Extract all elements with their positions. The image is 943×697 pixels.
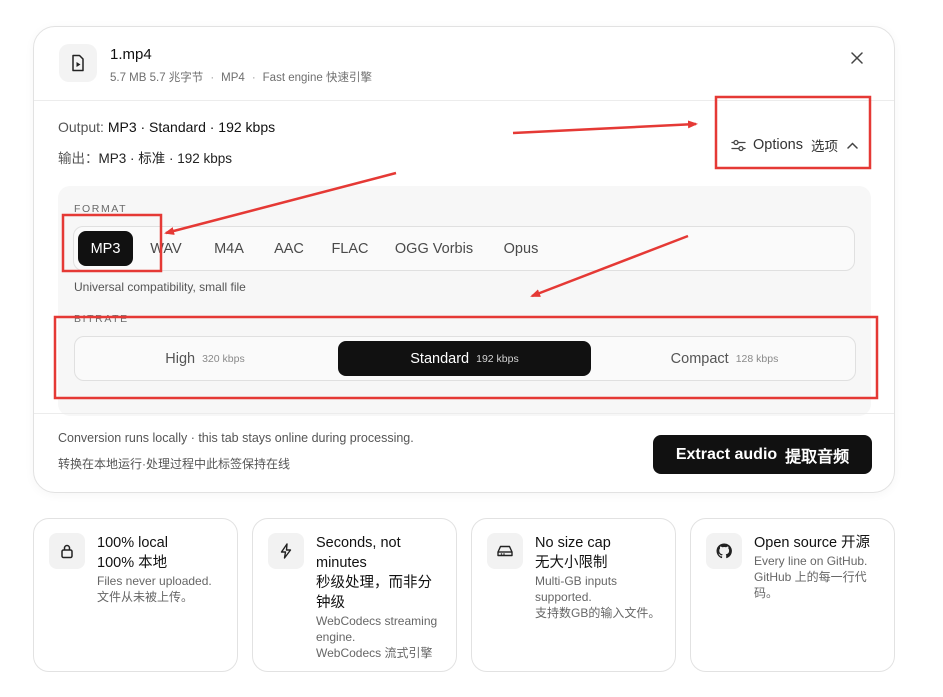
output-label: Output: (58, 119, 104, 135)
feature-desc: WebCodecs streaming engine. (316, 614, 438, 644)
feature-desc-cn: 文件从未被上传。 (97, 590, 194, 604)
feature-title-cn: 秒级处理，而非分钟级 (316, 575, 432, 611)
format-description: Universal compatibility, small file (74, 280, 246, 294)
extract-audio-label: Extract audio (675, 445, 778, 463)
bitrate-option-label: Compact (670, 350, 729, 367)
format-option-opus[interactable]: Opus (490, 231, 552, 266)
drive-icon (487, 533, 523, 569)
output-summary-cn: 输出：MP3 · 标准 · 192 kbps (58, 147, 232, 167)
feature-card-local: 100% local 100% 本地 Files never uploaded.… (33, 518, 238, 672)
bitrate-option-kbps: 192 kbps (476, 352, 519, 365)
format-option-flac[interactable]: FLAC (320, 231, 380, 266)
close-icon (851, 52, 863, 64)
file-header: 1.mp4 5.7 MB 5.7 兆字节 · MP4 · Fast engine 快速引… (34, 27, 894, 101)
output-summary: Output: MP3 · Standard · 192 kbps (58, 119, 275, 135)
file-meta: 5.7 MB 5.7 兆字节 · MP4 · Fast engine 快速引擎 (110, 69, 372, 85)
bitrate-option-label: High (165, 350, 196, 367)
bitrate-option-label: Standard (410, 350, 470, 367)
feature-desc-cn: 支持数GB的输入文件。 (535, 606, 661, 620)
sliders-icon (731, 139, 746, 152)
format-selector: MP3 WAV M4A AAC FLAC OGG Vorbis Opus (73, 226, 855, 271)
lock-icon (49, 533, 85, 569)
feature-card-speed: Seconds, not minutes 秒级处理，而非分钟级 WebCodec… (252, 518, 457, 672)
footer-divider (34, 413, 894, 414)
bitrate-option-compact[interactable]: Compact 128 kbps (598, 341, 851, 376)
feature-title: No size cap (535, 535, 611, 551)
feature-title: Seconds, not minutes (316, 535, 401, 571)
feature-card-size: No size cap 无大小限制 Multi-GB inputs suppor… (471, 518, 676, 672)
options-label: Options (753, 137, 803, 153)
feature-title-cn: 100% 本地 (97, 555, 168, 571)
file-size: 5.7 MB 5.7 兆字节 (110, 72, 204, 84)
extract-audio-label-cn: 提取音频 (785, 448, 850, 466)
feature-title: Open source 开源 (754, 535, 871, 551)
options-toggle[interactable]: Options 选项 (731, 133, 858, 157)
bitrate-option-kbps: 320 kbps (202, 352, 245, 365)
format-section-label: FORMAT (74, 203, 128, 215)
feature-card-open-source: Open source 开源 Every line on GitHub. Git… (690, 518, 895, 672)
bitrate-option-kbps: 128 kbps (735, 352, 779, 365)
processing-note-cn: 转换在本地运行·处理过程中此标签保持在线 (58, 457, 290, 471)
file-container: MP4 (221, 72, 245, 84)
feature-desc-cn: WebCodecs 流式引擎 (316, 646, 433, 660)
feature-title-cn: 无大小限制 (535, 555, 608, 571)
feature-text: Open source 开源 Every line on GitHub. Git… (754, 533, 884, 601)
close-button[interactable] (846, 47, 868, 69)
feature-desc: Every line on GitHub. (754, 554, 868, 568)
file-name: 1.mp4 (110, 46, 152, 63)
file-play-icon (59, 44, 97, 82)
feature-desc-cn: GitHub 上的每一行代码。 (754, 570, 867, 600)
feature-text: Seconds, not minutes 秒级处理，而非分钟级 WebCodec… (316, 533, 446, 661)
format-option-ogg-vorbis[interactable]: OGG Vorbis (384, 231, 484, 266)
options-panel: FORMAT MP3 WAV M4A AAC FLAC OGG Vorbis O… (58, 186, 871, 416)
lightning-icon (268, 533, 304, 569)
extract-audio-button[interactable]: Extract audio 提取音频 (653, 435, 872, 474)
bitrate-option-standard[interactable]: Standard 192 kbps (338, 341, 591, 376)
bitrate-section-label: BITRATE (74, 313, 129, 325)
bitrate-selector: High 320 kbps Standard 192 kbps Compact 128… (74, 336, 856, 381)
feature-text: 100% local 100% 本地 Files never uploaded.… (97, 533, 227, 605)
format-option-wav[interactable]: WAV (138, 231, 194, 266)
converter-card: 1.mp4 5.7 MB 5.7 兆字节 · MP4 · Fast engine 快速引… (33, 26, 895, 493)
feature-title: 100% local (97, 535, 168, 551)
separator-dot: · (210, 72, 215, 84)
processing-note: Conversion runs locally · this tab stays… (58, 431, 414, 445)
options-label-cn: 选项 (810, 139, 838, 154)
chevron-up-icon (847, 141, 858, 149)
github-icon (706, 533, 742, 569)
file-engine: Fast engine 快速引擎 (262, 72, 372, 84)
feature-desc: Multi-GB inputs supported. (535, 574, 618, 604)
bitrate-option-high[interactable]: High 320 kbps (79, 341, 331, 376)
output-value: MP3 · Standard · 192 kbps (107, 119, 276, 135)
output-value-cn: MP3 · 标准 · 192 kbps (98, 151, 233, 166)
format-option-aac[interactable]: AAC (262, 231, 316, 266)
separator-dot: · (251, 72, 256, 84)
output-label-cn: 输出： (58, 151, 99, 166)
feature-desc: Files never uploaded. (97, 574, 212, 588)
feature-text: No size cap 无大小限制 Multi-GB inputs suppor… (535, 533, 665, 621)
format-option-m4a[interactable]: M4A (200, 231, 258, 266)
format-option-mp3[interactable]: MP3 (78, 231, 133, 266)
